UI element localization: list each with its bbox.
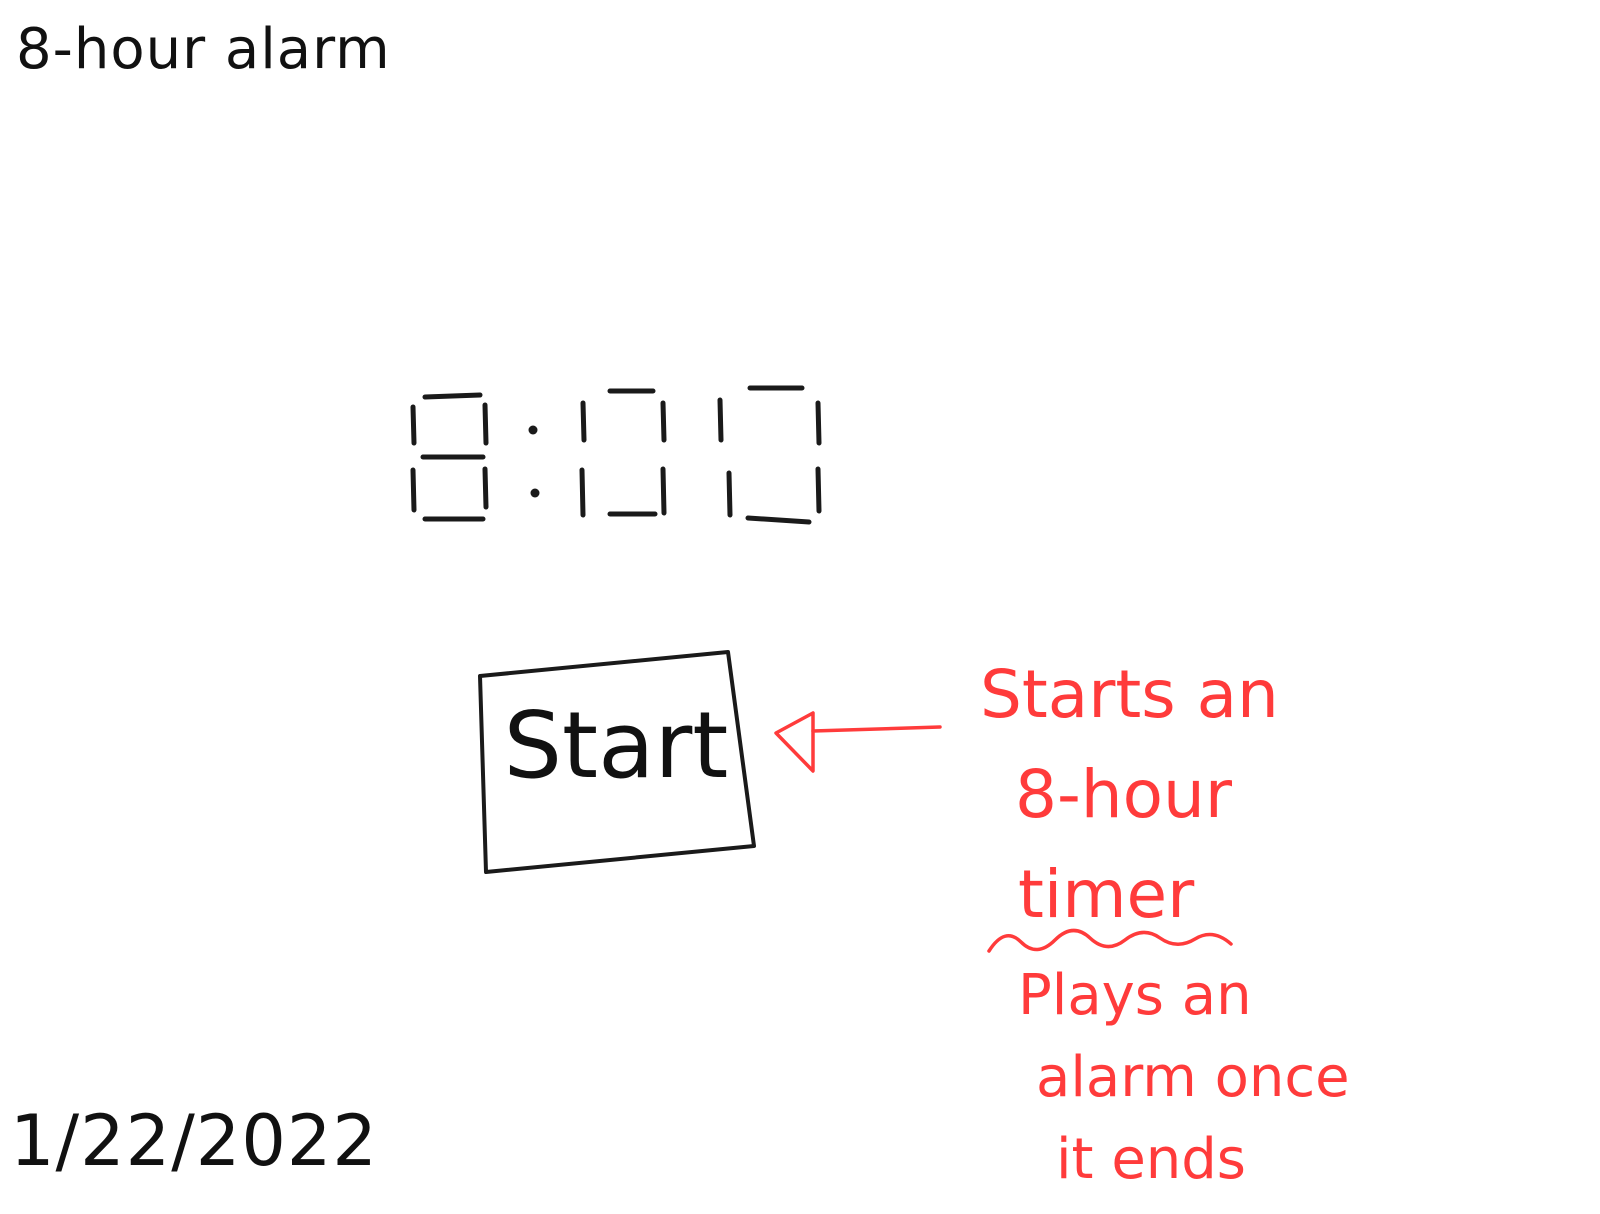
- annotation-line: Plays an: [1018, 963, 1252, 1028]
- annotation-line: 8-hour: [1015, 756, 1232, 833]
- seven-segment-clock: [410, 385, 822, 525]
- annotation-line: it ends: [1056, 1127, 1246, 1192]
- start-button-annotation: Starts an 8-hour timer: [980, 662, 1279, 962]
- wavy-divider: [987, 928, 1233, 953]
- annotation-line: Starts an: [980, 656, 1279, 733]
- alarm-annotation: Plays an alarm once it ends: [1018, 968, 1350, 1214]
- start-button[interactable]: Start: [474, 648, 764, 876]
- date-label: 1/22/2022: [10, 1100, 378, 1182]
- annotation-arrow-icon: [774, 711, 942, 773]
- annotation-line: alarm once: [1036, 1045, 1350, 1110]
- start-button-label: Start: [503, 692, 729, 799]
- timer-display: [405, 385, 835, 535]
- app-title: 8-hour alarm: [16, 17, 391, 82]
